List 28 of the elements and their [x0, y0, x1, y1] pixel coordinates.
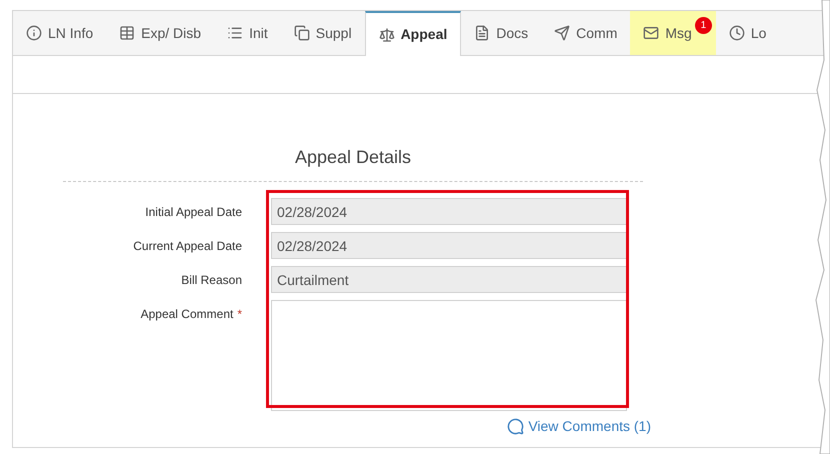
- comment-field[interactable]: [271, 300, 627, 411]
- tab[interactable]: Exp/ Disb: [106, 11, 214, 55]
- list-icon: [227, 25, 244, 41]
- notification-badge: 1: [694, 17, 712, 34]
- tab[interactable]: Appeal: [364, 11, 462, 56]
- tab[interactable]: Lo: [716, 11, 780, 55]
- tab[interactable]: LN Info: [13, 11, 106, 55]
- scale-icon: [378, 26, 395, 42]
- copy-icon: [294, 25, 310, 41]
- document-icon: [474, 25, 490, 41]
- paper-plane-icon: [554, 25, 570, 41]
- tab[interactable]: Init: [214, 11, 281, 55]
- tab[interactable]: Docs: [461, 11, 542, 55]
- tab[interactable]: Msg 1: [630, 11, 716, 55]
- clock-icon: [728, 25, 745, 41]
- tab[interactable]: Suppl: [280, 11, 365, 55]
- view-comments-link[interactable]: View Comments (1): [507, 416, 651, 437]
- tab[interactable]: Comm: [541, 11, 630, 55]
- required-mark: *: [237, 306, 242, 323]
- section-title: Appeal Details: [294, 146, 412, 169]
- field-label: Current Appeal Date: [133, 238, 242, 255]
- table-icon: [119, 25, 136, 41]
- info-icon: [26, 25, 42, 41]
- field-label: Bill Reason: [181, 272, 242, 289]
- field-label: Appeal Comment: [140, 306, 234, 323]
- speech-bubble-icon: [507, 418, 524, 435]
- mail-icon: [643, 25, 660, 41]
- field-label: Initial Appeal Date: [145, 204, 242, 221]
